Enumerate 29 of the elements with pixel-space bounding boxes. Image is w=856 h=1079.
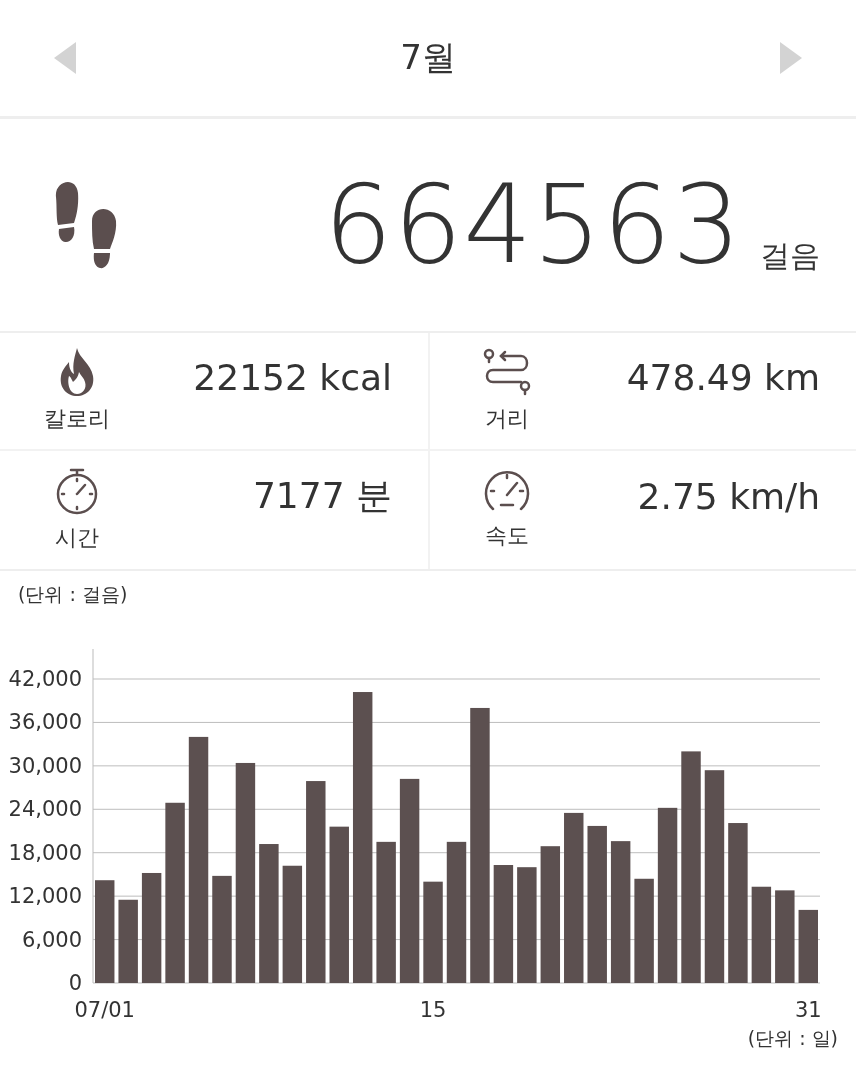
x-unit-label: (단위 : 일) bbox=[747, 1027, 838, 1049]
y-tick-label: 18,000 bbox=[8, 840, 82, 865]
stat-label: 시간 bbox=[55, 524, 99, 552]
stat-value: 7177 분 bbox=[252, 473, 392, 518]
y-tick-label: 24,000 bbox=[8, 797, 82, 822]
x-tick-label: 31 bbox=[794, 998, 822, 1022]
y-unit-label: (단위 : 걸음) bbox=[18, 583, 128, 605]
x-tick-label: 07/01 bbox=[74, 998, 135, 1022]
stopwatch-icon bbox=[55, 467, 99, 515]
y-tick-label: 0 bbox=[68, 971, 82, 995]
previous-month-icon[interactable] bbox=[54, 42, 78, 74]
steps-unit: 걸음 bbox=[760, 237, 820, 275]
x-tick-label: 15 bbox=[419, 998, 447, 1022]
stat-label: 칼로리 bbox=[44, 405, 110, 433]
month-title: 7월 bbox=[400, 36, 456, 79]
y-tick-label: 42,000 bbox=[8, 667, 82, 691]
stat-value: 478.49 km bbox=[626, 356, 820, 398]
y-tick-label: 6,000 bbox=[21, 927, 82, 952]
stat-value: 2.75 km/h bbox=[637, 475, 820, 517]
next-month-icon[interactable] bbox=[778, 42, 802, 74]
route-icon bbox=[481, 348, 533, 396]
speedometer-icon bbox=[483, 469, 531, 513]
stat-label: 속도 bbox=[485, 522, 529, 550]
y-tick-label: 30,000 bbox=[8, 753, 82, 778]
stat-value: 22152 kcal bbox=[193, 356, 392, 398]
stat-label: 거리 bbox=[485, 405, 529, 433]
y-tick-label: 36,000 bbox=[8, 710, 82, 735]
total-steps: 664563 bbox=[323, 171, 742, 279]
y-tick-label: 12,000 bbox=[8, 884, 82, 909]
